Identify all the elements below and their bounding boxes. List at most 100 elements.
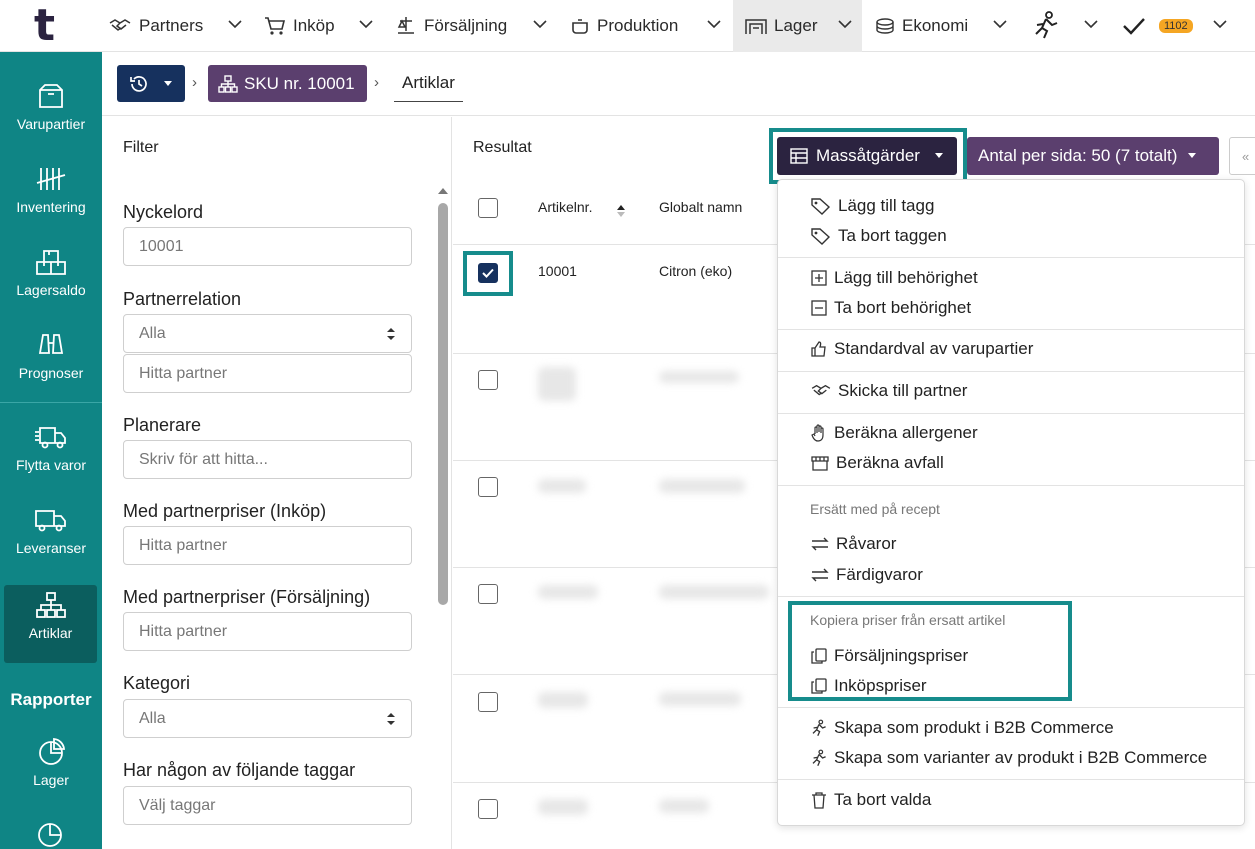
sidebar-item-flytta-varor[interactable]: Flytta varor <box>0 417 102 497</box>
running-person-icon <box>812 749 826 767</box>
handshake-icon <box>811 384 831 396</box>
handshake-icon <box>109 19 131 31</box>
mass-actions-button[interactable]: Massåtgärder <box>777 137 957 175</box>
purchase-prices-input[interactable]: Hitta partner <box>123 526 412 565</box>
menu-item-add-permission[interactable]: Lägg till behörighet <box>810 268 978 288</box>
blurred-cell <box>659 799 709 813</box>
row-checkbox[interactable] <box>478 692 498 712</box>
mass-actions-label: Massåtgärder <box>816 146 920 165</box>
nav-partners[interactable]: Partners <box>108 0 203 52</box>
chevron-down-icon[interactable] <box>992 18 1008 30</box>
menu-item-delete-selected[interactable]: Ta bort valda <box>810 790 931 810</box>
column-header-name[interactable]: Globalt namn <box>659 199 742 215</box>
cell-name[interactable]: Citron (eko) <box>659 263 732 279</box>
nav-inkop-label: Inköp <box>293 16 335 35</box>
column-header-artikelnr[interactable]: Artikelnr. <box>538 199 592 215</box>
menu-item-remove-tag[interactable]: Ta bort taggen <box>810 226 947 246</box>
menu-item-label: Beräkna avfall <box>836 453 944 472</box>
menu-item-calc-waste[interactable]: Beräkna avfall <box>810 453 944 473</box>
chevron-down-icon[interactable] <box>837 18 853 30</box>
blurred-cell <box>538 799 588 815</box>
purchase-prices-label: Med partnerpriser (Inköp) <box>123 501 327 521</box>
sidebar-item-prognoser[interactable]: Prognoser <box>0 325 102 405</box>
breadcrumb-separator-icon: › <box>374 74 379 91</box>
nav-lager[interactable]: Lager <box>733 0 862 52</box>
category-select[interactable]: Alla <box>123 699 412 738</box>
blurred-cell <box>659 371 739 383</box>
planner-input[interactable]: Skriv för att hitta... <box>123 440 412 479</box>
breadcrumb-current[interactable]: Artiklar <box>394 65 463 102</box>
menu-item-create-variants-b2b[interactable]: Skapa som varianter av produkt i B2B Com… <box>810 748 1207 768</box>
blurred-cell <box>659 479 745 493</box>
partnerrelation-search-input[interactable]: Hitta partner <box>123 354 412 393</box>
sidebar-item-inventering[interactable]: Inventering <box>0 159 102 239</box>
running-person-icon[interactable] <box>1032 10 1060 40</box>
app-logo[interactable]: t <box>34 4 55 48</box>
row-checkbox[interactable] <box>478 263 498 283</box>
row-checkbox[interactable] <box>478 477 498 497</box>
menu-item-send-to-partner[interactable]: Skicka till partner <box>810 381 967 401</box>
filter-scrollbar[interactable] <box>438 203 448 605</box>
nav-produktion[interactable]: Produktion <box>570 0 678 52</box>
tags-input[interactable]: Välj taggar <box>123 786 412 825</box>
warehouse-icon <box>745 19 767 34</box>
row-checkbox[interactable] <box>478 584 498 604</box>
chevron-down-icon[interactable] <box>227 18 243 30</box>
tasks-count-badge: 1102 <box>1159 19 1193 33</box>
menu-item-remove-permission[interactable]: Ta bort behörighet <box>810 298 971 318</box>
menu-item-raw-materials[interactable]: Råvaror <box>810 534 896 554</box>
partnerrelation-select[interactable]: Alla <box>123 314 412 353</box>
chevron-down-icon[interactable] <box>706 18 722 30</box>
keyword-input[interactable]: 10001 <box>123 227 412 266</box>
sidebar-item-leveranser[interactable]: Leveranser <box>0 500 102 580</box>
menu-divider <box>778 371 1244 372</box>
sidebar-item-varupartier[interactable]: Varupartier <box>0 76 102 156</box>
sidebar-item-lagersaldo[interactable]: Lagersaldo <box>0 242 102 322</box>
menu-divider <box>778 779 1244 780</box>
menu-item-finished-goods[interactable]: Färdigvaror <box>810 565 923 585</box>
row-checkbox[interactable] <box>478 370 498 390</box>
chevron-down-icon[interactable] <box>1212 18 1228 30</box>
sidebar-item-label: Lager <box>33 772 69 788</box>
chevron-down-icon[interactable] <box>532 18 548 30</box>
nav-ekonomi[interactable]: Ekonomi <box>875 0 968 52</box>
select-all-checkbox[interactable] <box>478 198 498 218</box>
row-checkbox[interactable] <box>478 799 498 819</box>
results-title: Resultat <box>473 139 532 156</box>
nav-tasks[interactable]: 1102 <box>1122 0 1193 52</box>
nav-partners-label: Partners <box>139 16 204 35</box>
menu-item-create-product-b2b[interactable]: Skapa som produkt i B2B Commerce <box>810 718 1114 738</box>
sidebar-divider <box>0 402 102 403</box>
keyword-value: 10001 <box>139 237 184 255</box>
table-icon <box>790 148 808 164</box>
pie-chart-icon[interactable] <box>36 820 64 848</box>
scroll-up-icon[interactable] <box>437 187 449 195</box>
pagination-prev-button[interactable]: « <box>1229 137 1255 175</box>
sidebar-item-label: Leveranser <box>15 540 87 556</box>
sidebar-item-label: Lagersaldo <box>16 282 86 298</box>
blurred-cell <box>538 367 576 401</box>
breadcrumb-sku-button[interactable]: SKU nr. 10001 <box>208 65 367 102</box>
sales-prices-input[interactable]: Hitta partner <box>123 612 412 651</box>
chevron-down-icon[interactable] <box>1083 18 1099 30</box>
keyword-label: Nyckelord <box>123 202 204 222</box>
menu-item-default-batches[interactable]: Standardval av varupartier <box>810 339 1033 359</box>
running-person-icon <box>812 719 826 737</box>
partnerrelation-value: Alla <box>139 324 166 342</box>
menu-heading-replace: Ersätt med på recept <box>810 501 940 517</box>
menu-item-calc-allergens[interactable]: Beräkna allergener <box>810 423 978 443</box>
per-page-button[interactable]: Antal per sida: 50 (7 totalt) <box>967 137 1219 175</box>
nav-forsaljning[interactable]: Försäljning <box>395 0 507 52</box>
hierarchy-icon <box>218 74 238 93</box>
breadcrumb: › SKU nr. 10001 › Artiklar <box>102 52 1255 116</box>
nav-inkop[interactable]: Inköp <box>264 0 335 52</box>
history-button[interactable] <box>117 65 185 102</box>
menu-item-label: Beräkna allergener <box>834 423 978 442</box>
chevron-down-icon[interactable] <box>358 18 374 30</box>
sidebar-item-report-lager[interactable]: Lager <box>0 732 102 812</box>
sidebar-item-artiklar[interactable]: Artiklar <box>4 585 97 663</box>
category-value: Alla <box>139 709 166 727</box>
sort-asc-icon[interactable] <box>616 203 626 219</box>
menu-item-add-tag[interactable]: Lägg till tagg <box>810 196 934 216</box>
menu-divider <box>778 707 1244 708</box>
